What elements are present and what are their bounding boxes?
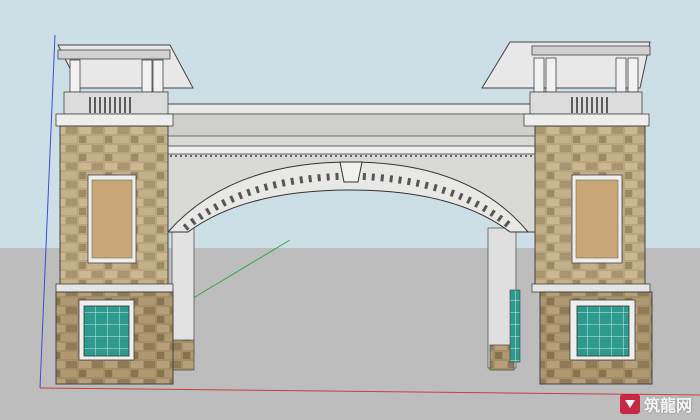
inner-pier-left-base [171,339,195,371]
left-parapet [63,91,169,115]
inner-pier-left [171,224,195,356]
right-cornice [523,113,650,127]
right-panel [575,179,619,259]
beam-upper-band [159,113,544,137]
beam-top-slab [161,103,543,115]
arch-keystone [339,161,363,183]
sketchup-viewport[interactable]: 筑龍网 [0,0,700,420]
watermark-text: 筑龍网 [643,396,692,415]
model-canvas[interactable] [0,0,700,420]
watermark: 筑龍网 [619,392,692,416]
left-pergola-fascia [57,49,171,60]
right-pergola-fascia [531,45,651,56]
left-column-1 [69,59,81,93]
left-column-3 [152,59,164,93]
right-column-2 [545,57,557,93]
left-panel [91,179,133,259]
left-column-2 [141,59,153,93]
left-band [55,283,174,293]
inner-glass-right [509,289,521,363]
zhulong-logo-icon [619,394,640,414]
cornice-band [159,145,544,155]
right-column-1 [533,57,545,93]
right-column-3 [615,57,627,93]
left-window[interactable] [83,305,130,357]
right-parapet [529,91,643,115]
right-window[interactable] [576,305,630,357]
left-cornice [55,113,174,127]
right-band [531,283,651,293]
right-column-4 [627,57,639,93]
